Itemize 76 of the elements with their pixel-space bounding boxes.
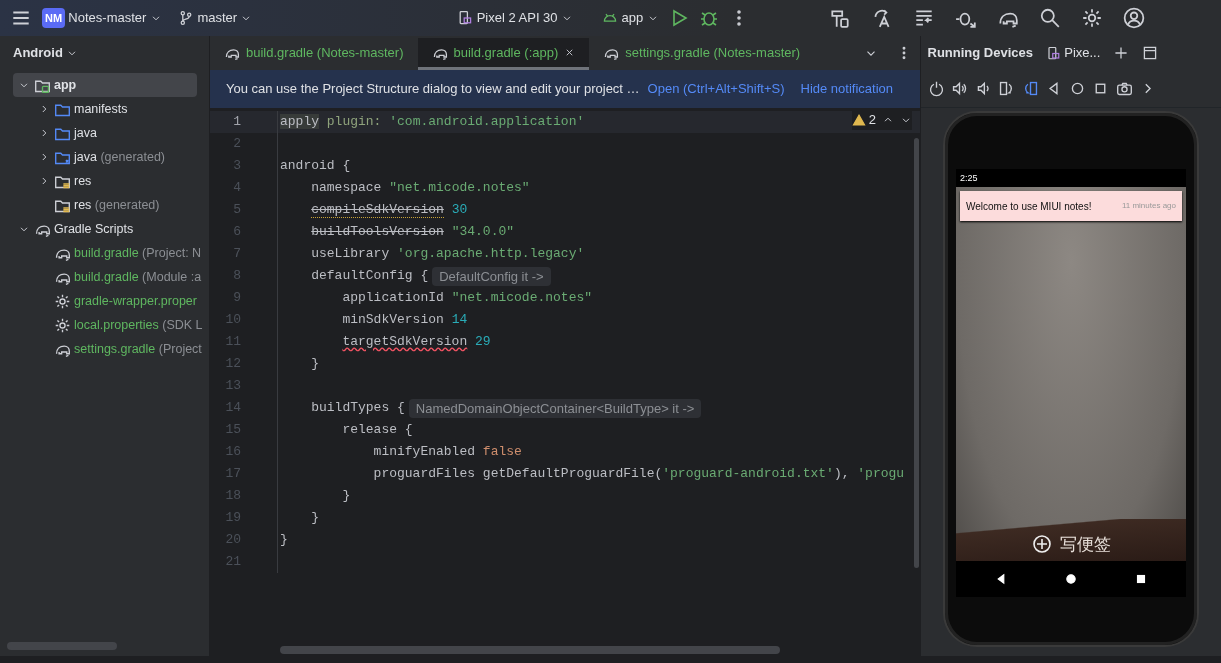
inlay-hint: NamedDomainObjectContainer<BuildType> it ->	[408, 398, 702, 418]
view-selector[interactable]: Android	[13, 43, 79, 63]
gear-icon	[54, 316, 71, 334]
device-tab[interactable]: Pixe...	[1045, 43, 1101, 63]
add-icon[interactable]	[1113, 45, 1130, 61]
code-line: }	[341, 487, 351, 506]
tree-item[interactable]: app	[13, 73, 197, 98]
window-icon[interactable]	[1142, 45, 1159, 61]
device-selector[interactable]: Pixel 2 API 30	[457, 8, 573, 28]
horizontal-scrollbar[interactable]	[6, 641, 117, 650]
run-config-selector[interactable]: app	[602, 8, 659, 28]
tree-item[interactable]: res	[13, 169, 92, 194]
project-selector[interactable]: NM Notes-master	[42, 7, 162, 29]
new-note-button[interactable]: 写便签	[956, 519, 1186, 562]
add-icon	[1031, 534, 1052, 555]
tree-item[interactable]: java	[13, 121, 97, 146]
rotate-left-icon[interactable]	[998, 80, 1015, 97]
tree-item[interactable]: res (generated)	[13, 193, 160, 218]
code-line: defaultConfig {	[310, 267, 429, 286]
code-line: buildToolsVersion "34.0.0"	[310, 223, 515, 242]
note-time: 11 minutes ago	[1121, 200, 1176, 213]
warning-icon	[851, 112, 866, 127]
view-name: Android	[13, 44, 63, 63]
note-title: Welcome to use MIUI notes!	[966, 199, 1092, 214]
status-time: 2:25	[960, 171, 978, 185]
camera-icon[interactable]	[1115, 80, 1133, 97]
line-number: 1	[210, 111, 278, 134]
code-line: buildTypes {	[310, 399, 405, 418]
code-line: targetSdkVersion 29	[341, 333, 491, 352]
code-line: }	[310, 355, 319, 374]
code-line: minSdkVersion 14	[341, 311, 468, 330]
code-line: applicationId "net.micode.notes"	[341, 289, 593, 308]
tree-item[interactable]: manifests	[13, 97, 128, 122]
code-line: }	[279, 531, 288, 550]
volume-up-icon[interactable]	[951, 80, 968, 97]
code-line: useLibrary 'org.apache.http.legacy'	[310, 245, 585, 264]
code-line: namespace "net.micode.notes"	[310, 179, 530, 198]
tree-item[interactable]: settings.gradle (Project	[13, 337, 202, 362]
settings-icon[interactable]	[1080, 7, 1103, 29]
branch-name: master	[197, 9, 238, 28]
code-line: proguardFiles getDefaultProguardFile('proguard-android.txt'), 'progu	[372, 465, 905, 484]
project-badge: NM	[42, 7, 66, 29]
editor-tab[interactable]: build.gradle (:app)	[417, 38, 590, 70]
gear-icon	[54, 292, 71, 310]
phone-icon	[457, 10, 474, 26]
vertical-scrollbar[interactable]	[914, 138, 919, 568]
hide-notification-link[interactable]: Hide notification	[800, 79, 893, 99]
search-icon[interactable]	[1038, 7, 1061, 29]
code-line: release {	[341, 421, 413, 440]
phone-icon	[1045, 45, 1061, 61]
open-link[interactable]: Open (Ctrl+Alt+Shift+S)	[647, 79, 785, 99]
tree-item[interactable]: build.gradle (Project: N	[13, 241, 202, 266]
code-line: apply plugin: 'com.android.application'	[279, 113, 585, 132]
horizontal-scrollbar[interactable]	[280, 646, 780, 654]
code-line: minifyEnabled false	[372, 443, 522, 462]
power-icon[interactable]	[927, 80, 945, 97]
editor-tab[interactable]: build.gradle (Notes-master)	[210, 38, 418, 70]
device-name: Pixel 2 API 30	[476, 9, 558, 28]
editor-tab[interactable]: settings.gradle (Notes-master)	[589, 38, 815, 70]
code-line: android {	[279, 157, 351, 176]
panel-title: Running Devices	[927, 44, 1033, 63]
notification-text: You can use the Project Structure dialog to view and edit your project …	[226, 80, 640, 99]
tree-item[interactable]: java (generated)	[13, 145, 166, 170]
code-line: compileSdkVersion 30	[310, 201, 468, 221]
home-icon[interactable]	[1064, 572, 1078, 587]
account-icon[interactable]	[1122, 7, 1145, 29]
inlay-hint: DefaultConfig it ->	[432, 266, 551, 286]
branch-selector[interactable]: master	[178, 8, 253, 28]
project-name: Notes-master	[68, 9, 147, 28]
run-config-name: app	[621, 9, 644, 28]
tree-item[interactable]: build.gradle (Module :a	[13, 265, 202, 290]
tree-item[interactable]: Gradle Scripts	[13, 217, 197, 242]
note-item[interactable]: Welcome to use MIUI notes! 11 minutes ago	[960, 191, 1182, 222]
tree-item[interactable]: local.properties (SDK L	[13, 313, 203, 338]
code-line: }	[310, 509, 319, 528]
tree-item[interactable]: gradle-wrapper.proper	[13, 289, 197, 314]
